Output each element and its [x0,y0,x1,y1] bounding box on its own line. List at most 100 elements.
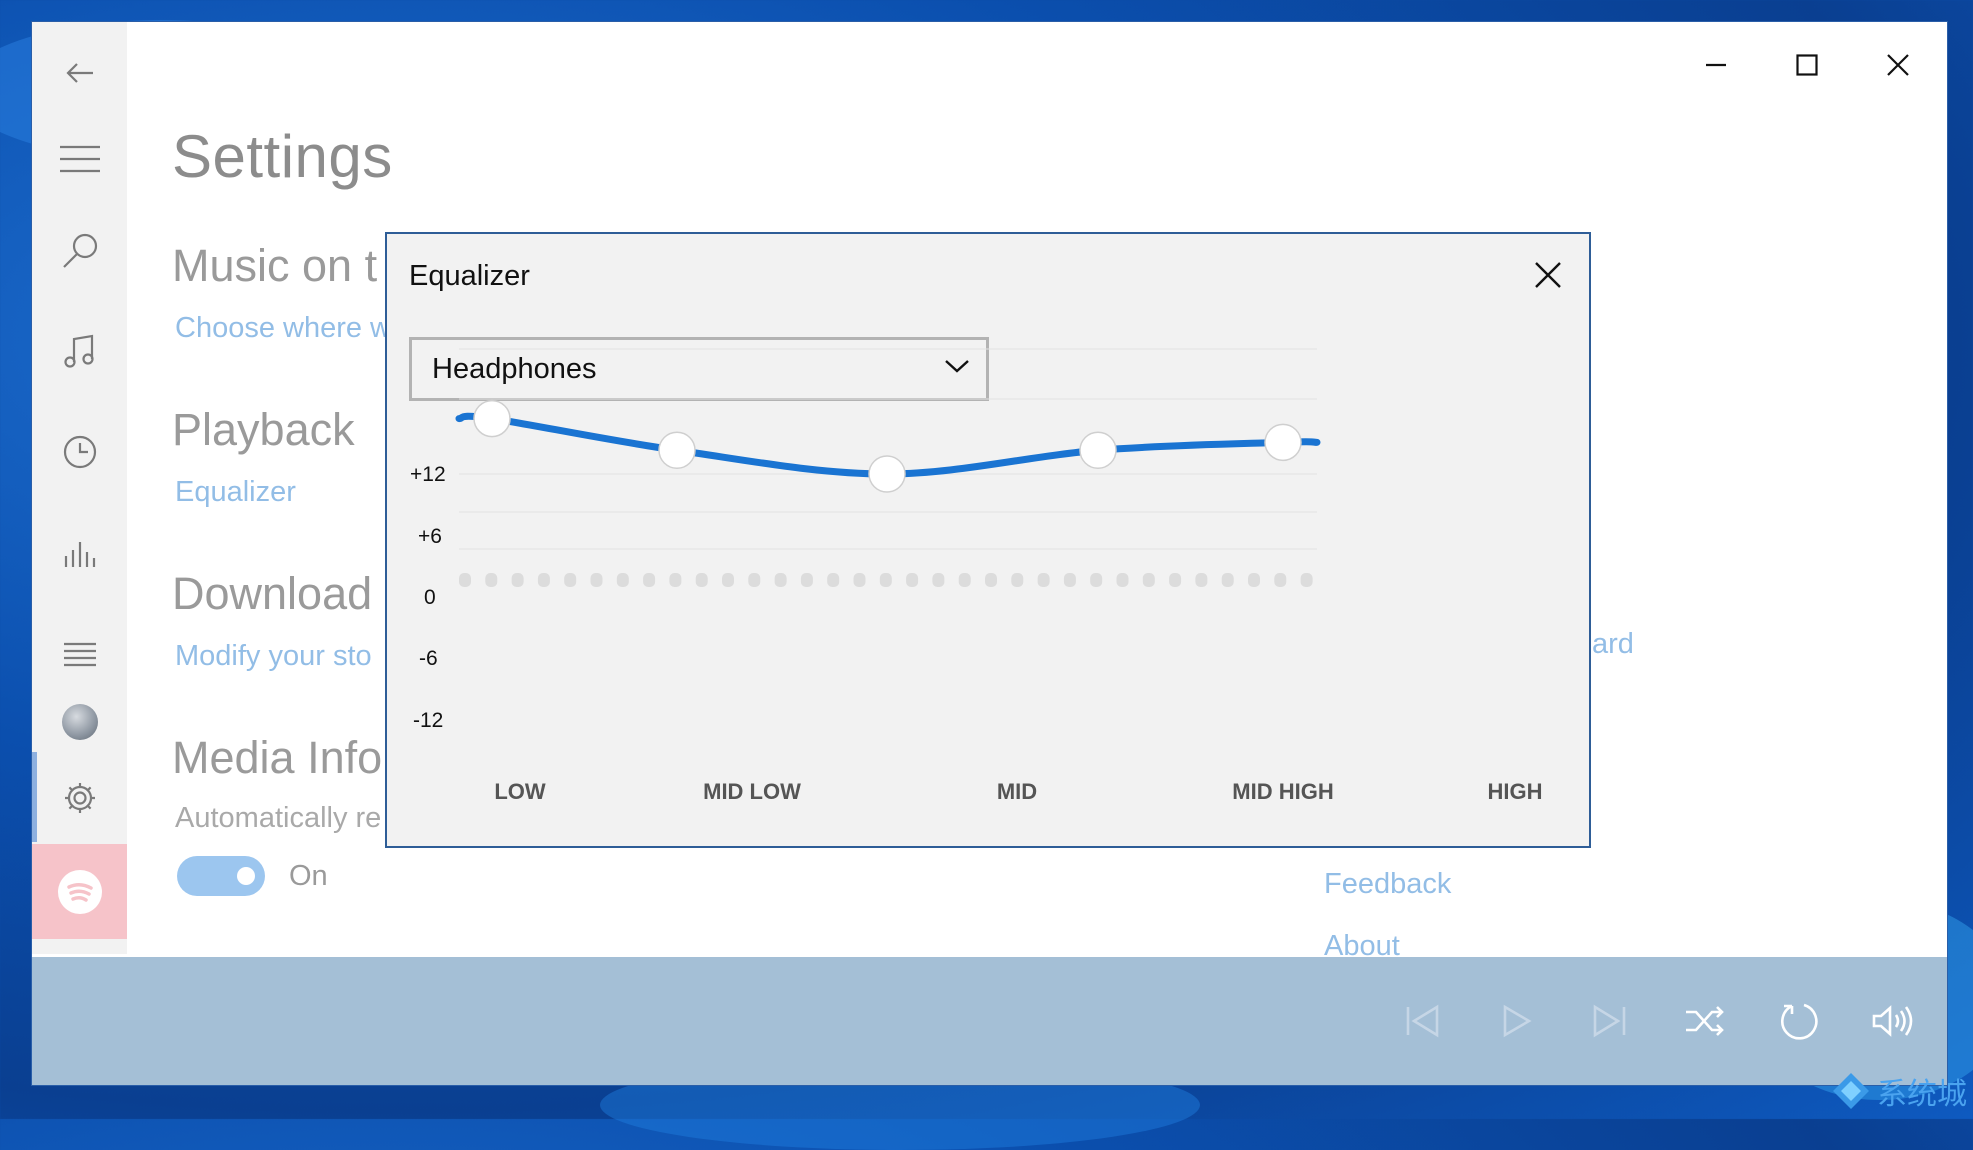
watermark-logo-icon [1833,1073,1869,1109]
equalizer-dialog: Equalizer Headphones +12 +6 0 -6 -12 LOW… [385,232,1591,848]
playlists-button[interactable] [32,619,127,689]
track-dot [1221,573,1234,587]
band-handle-low[interactable] [473,399,511,438]
track-dot [722,573,734,587]
track-dot [853,573,866,587]
equalizer-bars-icon [64,542,95,567]
hamburger-menu-button[interactable] [32,124,127,194]
band-label-low: LOW [494,779,546,804]
toggle-knob [237,867,255,885]
band-label-mid: MID [996,779,1038,804]
band-label-high: HIGH [1487,779,1543,804]
track-dot [485,573,498,587]
track-dot [985,573,997,587]
track-dot [616,573,629,587]
minimize-icon [1706,63,1726,67]
partial-link[interactable]: ard [1592,628,1634,661]
watermark: 系统城 [1831,1069,1967,1113]
next-icon [1593,1004,1626,1038]
track-dot [906,573,919,587]
band-handle-mid-high[interactable] [1079,431,1117,469]
track-dot [1300,573,1313,587]
media-info-heading: Media Info [172,732,383,783]
repeat-button[interactable] [1767,989,1831,1053]
back-icon [65,63,93,83]
close-window-button[interactable] [1868,40,1928,90]
player-bar [32,957,1947,1085]
track-dot [669,573,682,587]
track-dot [590,573,603,587]
track-dot [643,573,656,587]
volume-button[interactable] [1861,989,1925,1053]
track-dot [511,573,524,587]
repeat-icon [1781,1003,1818,1040]
track-dot [695,573,708,587]
band-handle-mid-low[interactable] [658,431,696,469]
y-tick-label: 0 [424,586,436,609]
now-playing-button[interactable] [32,518,127,588]
track-dot [774,573,787,587]
playlist-icon [63,642,96,667]
track-dot [800,573,813,587]
play-button[interactable] [1484,989,1548,1053]
maximize-button[interactable] [1777,40,1837,90]
y-tick-label: +12 [410,463,446,486]
toggle-label: On [289,860,328,892]
track-dot [748,573,761,587]
track-dot [1090,573,1103,587]
equalizer-graph[interactable] [387,234,1589,846]
modify-storage-link[interactable]: Modify your sto [175,640,372,673]
album-art-icon [61,704,98,740]
downloads-heading: Download [172,568,373,619]
track-dot [1169,573,1182,587]
next-button[interactable] [1578,989,1642,1053]
track-dot [537,573,550,587]
gear-icon [64,783,95,813]
track-dot [1037,573,1050,587]
previous-button[interactable] [1390,989,1454,1053]
band-handle-high[interactable] [1264,423,1302,462]
media-info-toggle[interactable] [177,856,265,896]
track-dot [1274,573,1287,587]
music-note-icon [63,334,94,368]
track-dot [1116,573,1129,587]
close-icon [1887,54,1909,76]
track-dot [459,573,471,587]
settings-button[interactable] [32,763,127,833]
music-on-heading: Music on t [172,240,378,291]
track-dot [958,573,971,587]
recent-button[interactable] [32,417,127,487]
choose-folders-link[interactable]: Choose where w [175,312,391,345]
spotify-icon [57,869,102,914]
hamburger-icon [59,145,100,173]
band-label-mid-high: MID HIGH [1232,779,1334,804]
maximize-icon [1796,54,1818,76]
band-handle-mid[interactable] [868,455,906,493]
minimize-button[interactable] [1686,40,1746,90]
spotify-button[interactable] [32,844,127,939]
feedback-link[interactable]: Feedback [1324,868,1451,901]
track-dot [1142,573,1155,587]
track-dot [1195,573,1208,587]
band-label-mid-low: MID LOW [703,779,801,804]
media-info-description: Automatically re [175,802,382,834]
previous-icon [1406,1004,1439,1038]
music-library-button[interactable] [32,316,127,386]
track-dot [564,573,577,587]
y-tick-label: +6 [418,525,442,548]
search-icon [62,233,97,268]
track-dot [1248,573,1260,587]
y-tick-label: -6 [419,647,438,670]
recent-clock-icon [63,435,96,469]
shuffle-button[interactable] [1673,989,1737,1053]
watermark-text: 系统城 [1877,1077,1967,1112]
y-tick-label: -12 [413,709,444,732]
navigation-rail [32,22,127,954]
play-icon [1503,1004,1532,1038]
shuffle-icon [1686,1006,1724,1036]
back-button[interactable] [32,38,127,108]
equalizer-link[interactable]: Equalizer [175,476,296,509]
search-button[interactable] [32,216,127,286]
album-art-button[interactable] [32,687,127,757]
track-dot [932,573,945,587]
